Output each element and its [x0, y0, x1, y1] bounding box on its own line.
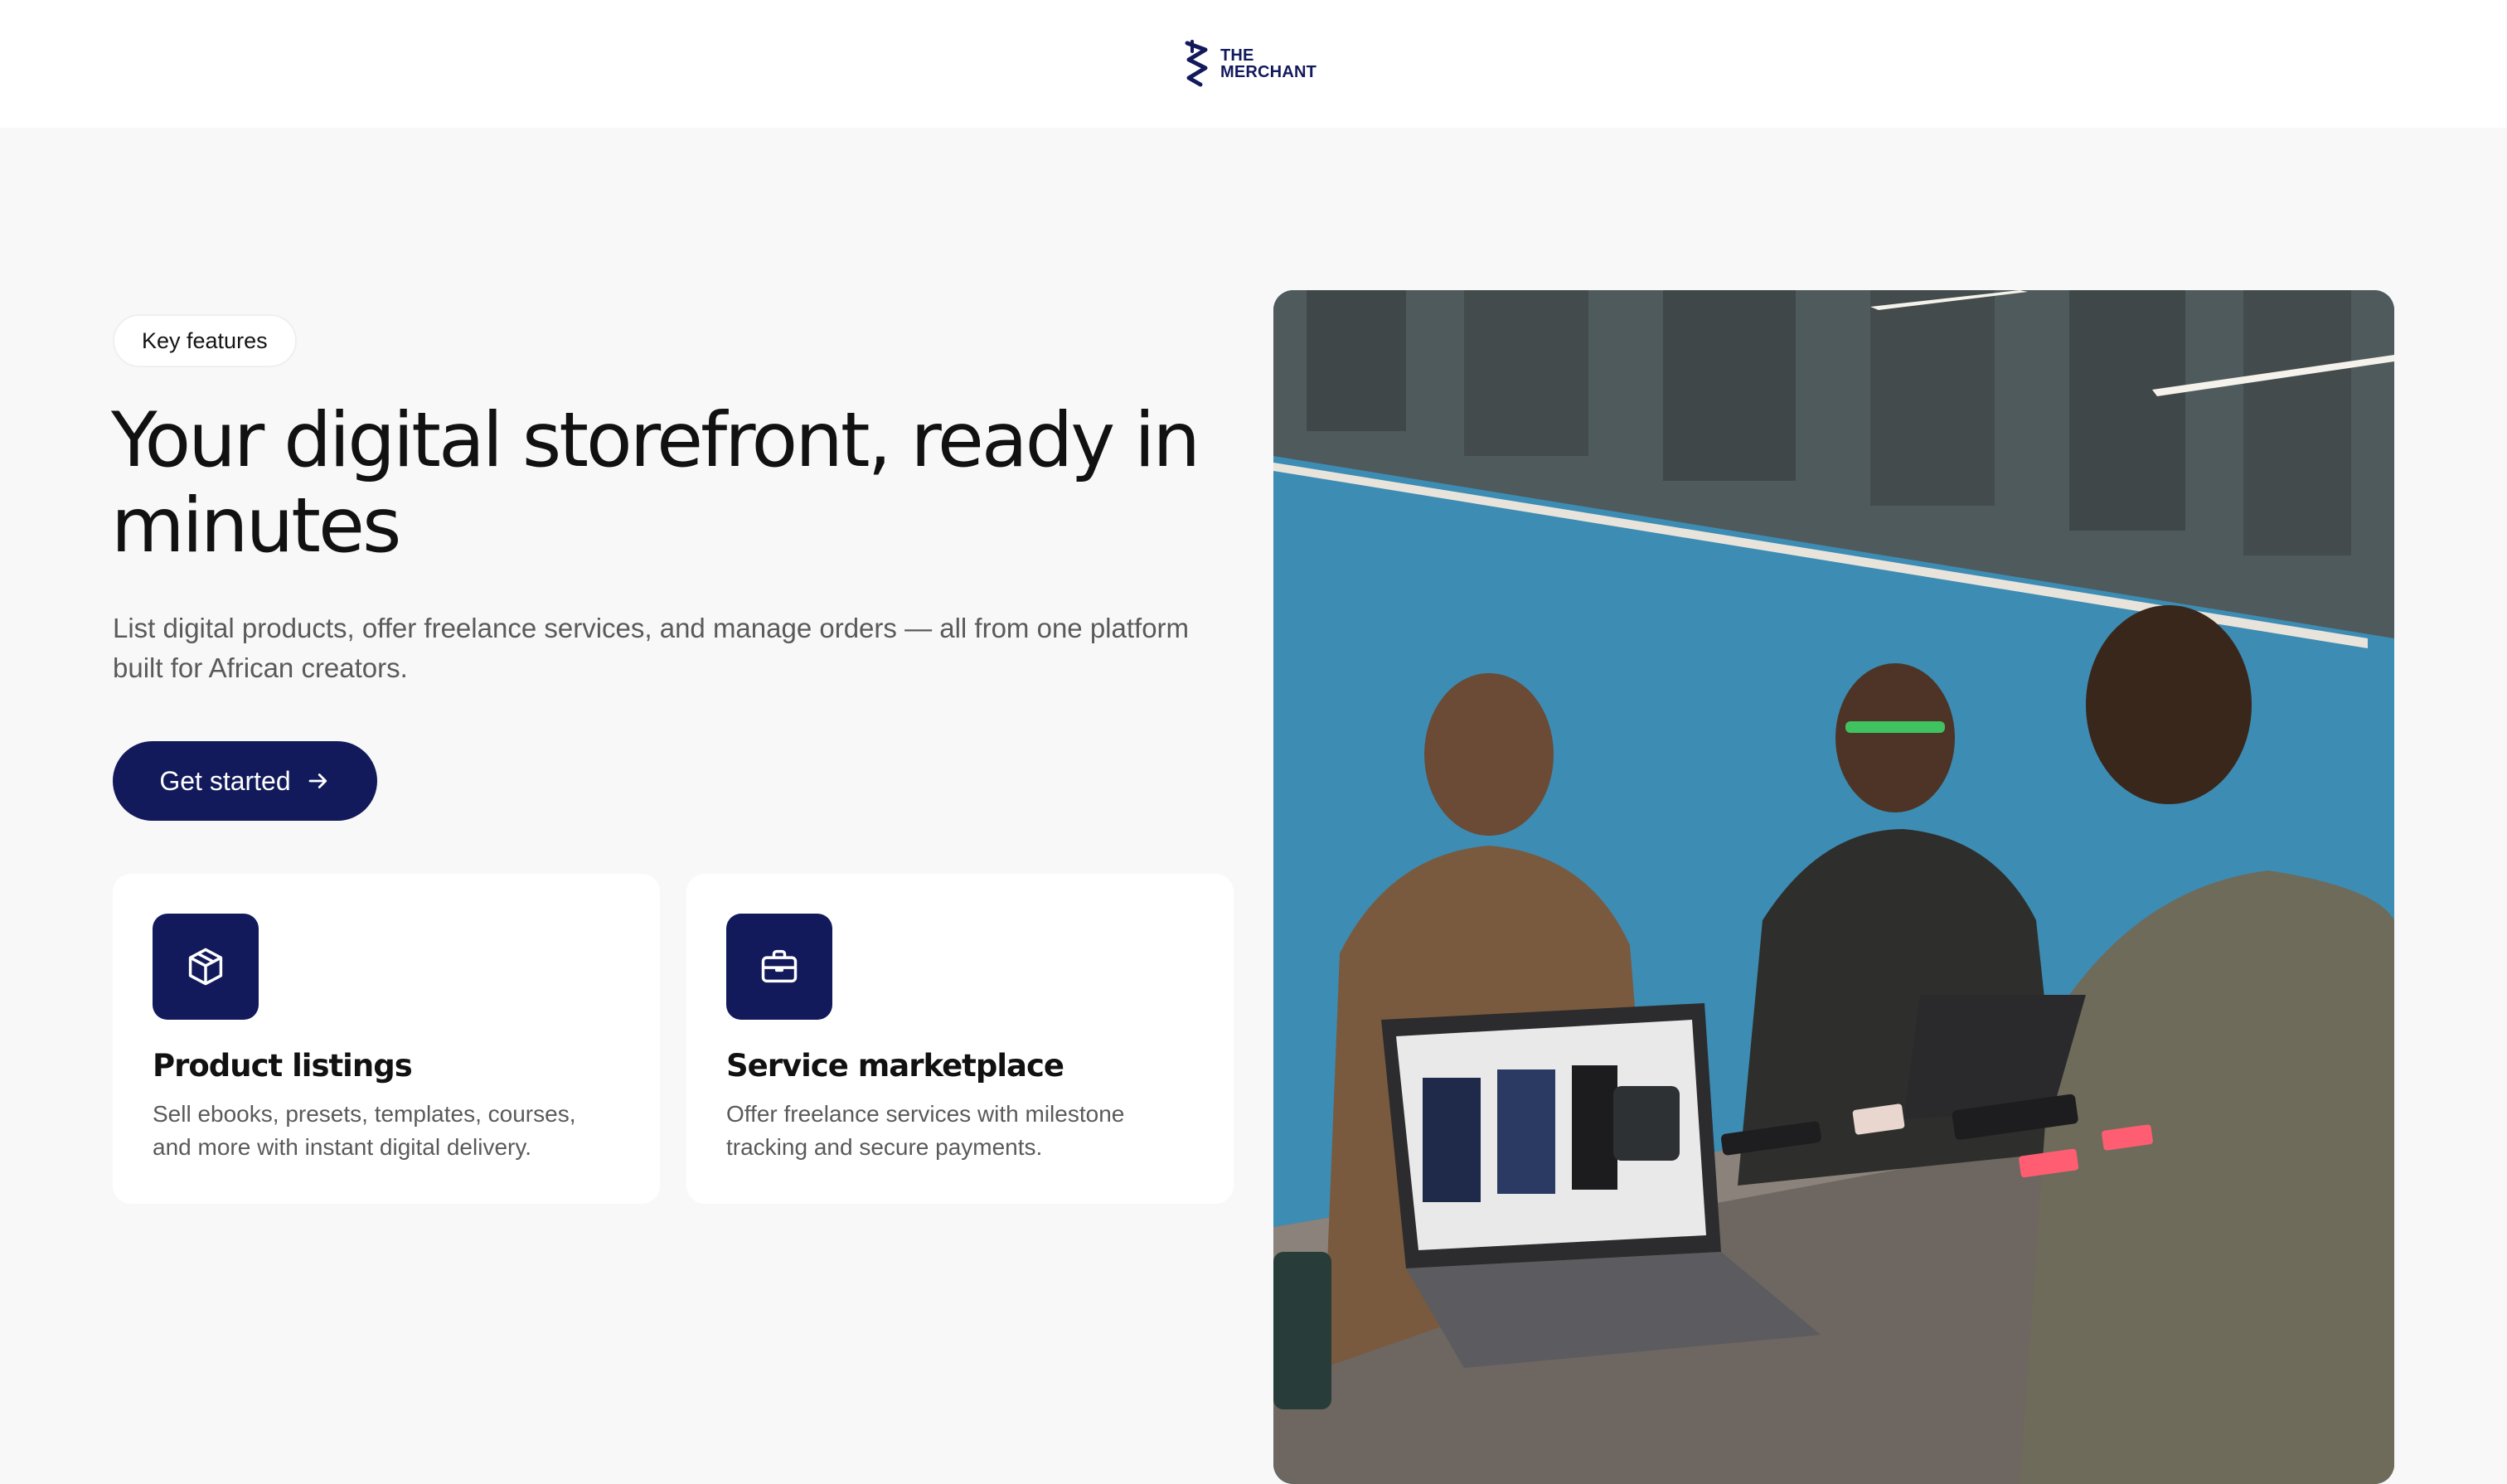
- store-scene-illustration: [1273, 290, 2394, 1484]
- logo-wordmark: THE MERCHANT: [1220, 47, 1317, 80]
- hero-title: Your digital storefront, ready in minute…: [111, 397, 1200, 570]
- feature-title: Product listings: [153, 1048, 413, 1084]
- features-section: Key features Your digital storefront, re…: [0, 128, 2507, 1484]
- hero-subtitle: List digital products, offer freelance s…: [113, 613, 1190, 683]
- get-started-label: Get started: [159, 765, 291, 796]
- logo-line-1: THE: [1220, 46, 1254, 65]
- feature-description: Sell ebooks, presets, templates, courses…: [153, 1101, 576, 1160]
- feature-card-product-listings: Product listings Sell ebooks, presets, t…: [113, 874, 660, 1204]
- merchant-logo-icon: [1185, 40, 1208, 87]
- section-badge: Key features: [113, 314, 297, 367]
- feature-card-service-marketplace: Service marketplace Offer freelance serv…: [686, 874, 1234, 1204]
- brand-logo[interactable]: THE MERCHANT: [1181, 40, 1317, 88]
- feature-icon-tile: [153, 914, 259, 1020]
- briefcase-icon: [761, 949, 798, 983]
- feature-description: Offer freelance services with milestone …: [726, 1101, 1125, 1160]
- hero-photo: [1273, 290, 2394, 1484]
- logo-line-2: MERCHANT: [1220, 63, 1317, 81]
- package-icon: [188, 948, 223, 986]
- arrow-right-icon: [308, 774, 327, 788]
- feature-title: Service marketplace: [726, 1048, 1064, 1084]
- top-bar: THE MERCHANT: [0, 0, 2507, 128]
- feature-icon-tile: [726, 914, 832, 1020]
- get-started-button[interactable]: Get started: [113, 741, 377, 821]
